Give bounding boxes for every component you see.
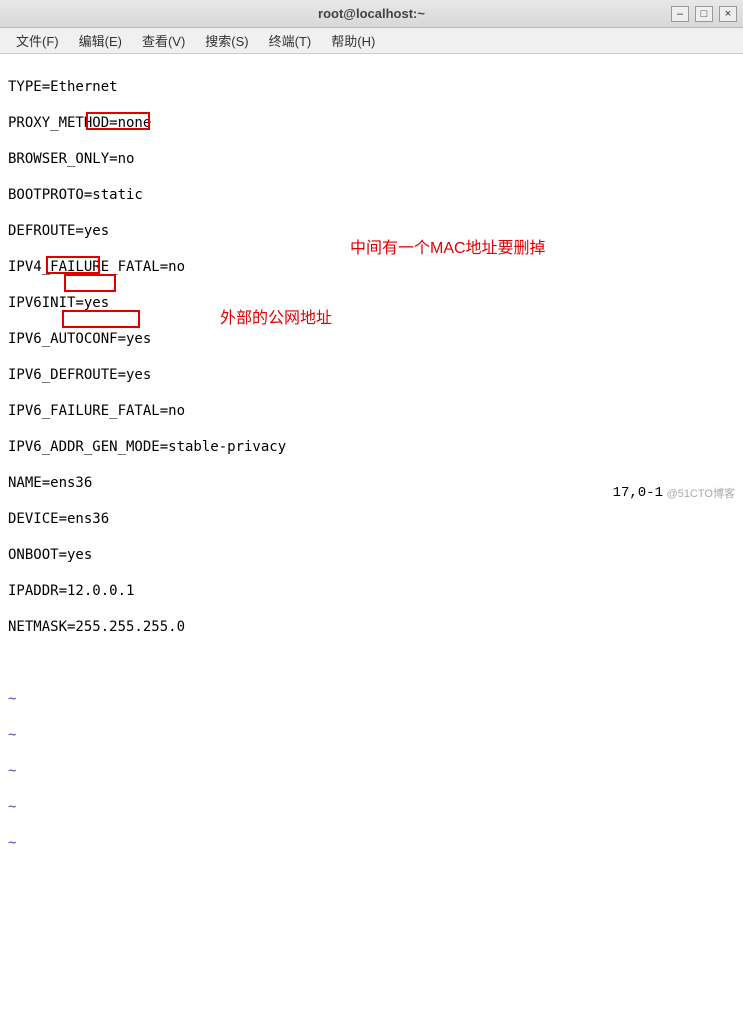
config-line: PROXY_METHOD=none (8, 114, 735, 132)
config-line: IPV6_FAILURE_FATAL=no (8, 402, 735, 420)
titlebar: root@localhost:~ – □ × (0, 0, 743, 28)
menu-file[interactable]: 文件(F) (8, 29, 67, 52)
config-line: BOOTPROTO=static (8, 186, 735, 204)
window-controls: – □ × (671, 6, 737, 22)
empty-line (8, 654, 735, 672)
annotation-ip: 外部的公网地址 (220, 310, 332, 328)
tilde-line: ~ (8, 726, 735, 744)
config-line: DEFROUTE=yes (8, 222, 735, 240)
menu-terminal[interactable]: 终端(T) (261, 29, 320, 52)
menu-edit[interactable]: 编辑(E) (71, 29, 130, 52)
tilde-line: ~ (8, 762, 735, 780)
config-line: IPV6_ADDR_GEN_MODE=stable-privacy (8, 438, 735, 456)
highlight-box-ipaddr (62, 310, 140, 328)
config-line: IPV4_FAILURE_FATAL=no (8, 258, 735, 276)
menu-help[interactable]: 帮助(H) (323, 29, 383, 52)
config-line: DEVICE=ens36 (8, 510, 735, 528)
tilde-line: ~ (8, 690, 735, 708)
config-line: IPV6INIT=yes (8, 294, 735, 312)
menubar: 文件(F) 编辑(E) 查看(V) 搜索(S) 终端(T) 帮助(H) (0, 28, 743, 54)
maximize-button[interactable]: □ (695, 6, 713, 22)
tilde-line: ~ (8, 798, 735, 816)
config-line: IPADDR=12.0.0.1 (8, 582, 735, 600)
vim-status: 17,0-1 (613, 485, 663, 501)
watermark: @51CTO博客 (667, 485, 735, 501)
window-title: root@localhost:~ (318, 6, 425, 21)
minimize-button[interactable]: – (671, 6, 689, 22)
tilde-line: ~ (8, 834, 735, 852)
menu-search[interactable]: 搜索(S) (197, 29, 256, 52)
config-line: TYPE=Ethernet (8, 78, 735, 96)
menu-view[interactable]: 查看(V) (134, 29, 193, 52)
close-button[interactable]: × (719, 6, 737, 22)
terminal-content[interactable]: TYPE=Ethernet PROXY_METHOD=none BROWSER_… (0, 54, 743, 1014)
config-line: IPV6_AUTOCONF=yes (8, 330, 735, 348)
annotation-mac: 中间有一个MAC地址要删掉 (350, 240, 546, 258)
highlight-box-device (64, 274, 116, 292)
config-line: NETMASK=255.255.255.0 (8, 618, 735, 636)
config-line: IPV6_DEFROUTE=yes (8, 366, 735, 384)
config-line: ONBOOT=yes (8, 546, 735, 564)
config-line: BROWSER_ONLY=no (8, 150, 735, 168)
